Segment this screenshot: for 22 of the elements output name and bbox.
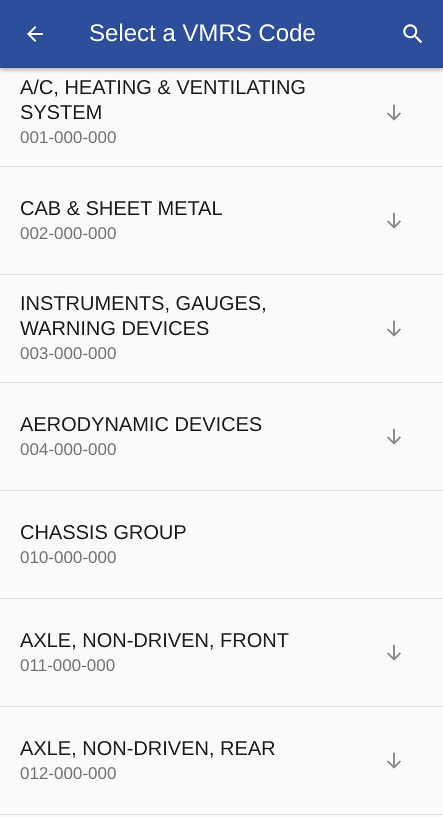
category-name: AERODYNAMIC DEVICES [20, 412, 264, 438]
category-name: CAB & SHEET METAL [20, 196, 224, 222]
category-code: 004-000-000 [20, 438, 118, 460]
category-name: CHASSIS GROUP [20, 520, 188, 546]
category-name: A/C, HEATING & VENTILATING SYSTEM [20, 76, 307, 126]
code-row[interactable]: CAB & SHEET METAL 002-000-000 [0, 167, 443, 275]
category-code: 012-000-000 [20, 762, 118, 784]
code-row[interactable]: AXLE, NON-DRIVEN, REAR 012-000-000 [0, 707, 443, 815]
category-code: 001-000-000 [20, 127, 118, 149]
category-code: 011-000-000 [20, 654, 116, 676]
category-code: 002-000-000 [20, 222, 118, 244]
screen-title: Select a VMRS Code [89, 20, 317, 48]
code-row[interactable]: CHASSIS GROUP 010-000-000 [0, 491, 443, 599]
category-name: AXLE, NON-DRIVEN, FRONT [20, 628, 290, 654]
category-code: 010-000-000 [20, 546, 118, 568]
code-row[interactable]: INSTRUMENTS, GAUGES, WARNING DEVICES 003-000-000 [0, 275, 443, 383]
category-code: 003-000-000 [20, 343, 118, 365]
code-row[interactable]: A/C, HEATING & VENTILATING SYSTEM 001-000-000 [0, 68, 443, 167]
code-row[interactable]: AXLE, NON-DRIVEN, FRONT 011-000-000 [0, 599, 443, 707]
code-row[interactable]: AERODYNAMIC DEVICES 004-000-000 [0, 383, 443, 491]
category-name: INSTRUMENTS, GAUGES, WARNING DEVICES [20, 292, 268, 342]
category-name: AXLE, NON-DRIVEN, REAR [20, 736, 277, 762]
